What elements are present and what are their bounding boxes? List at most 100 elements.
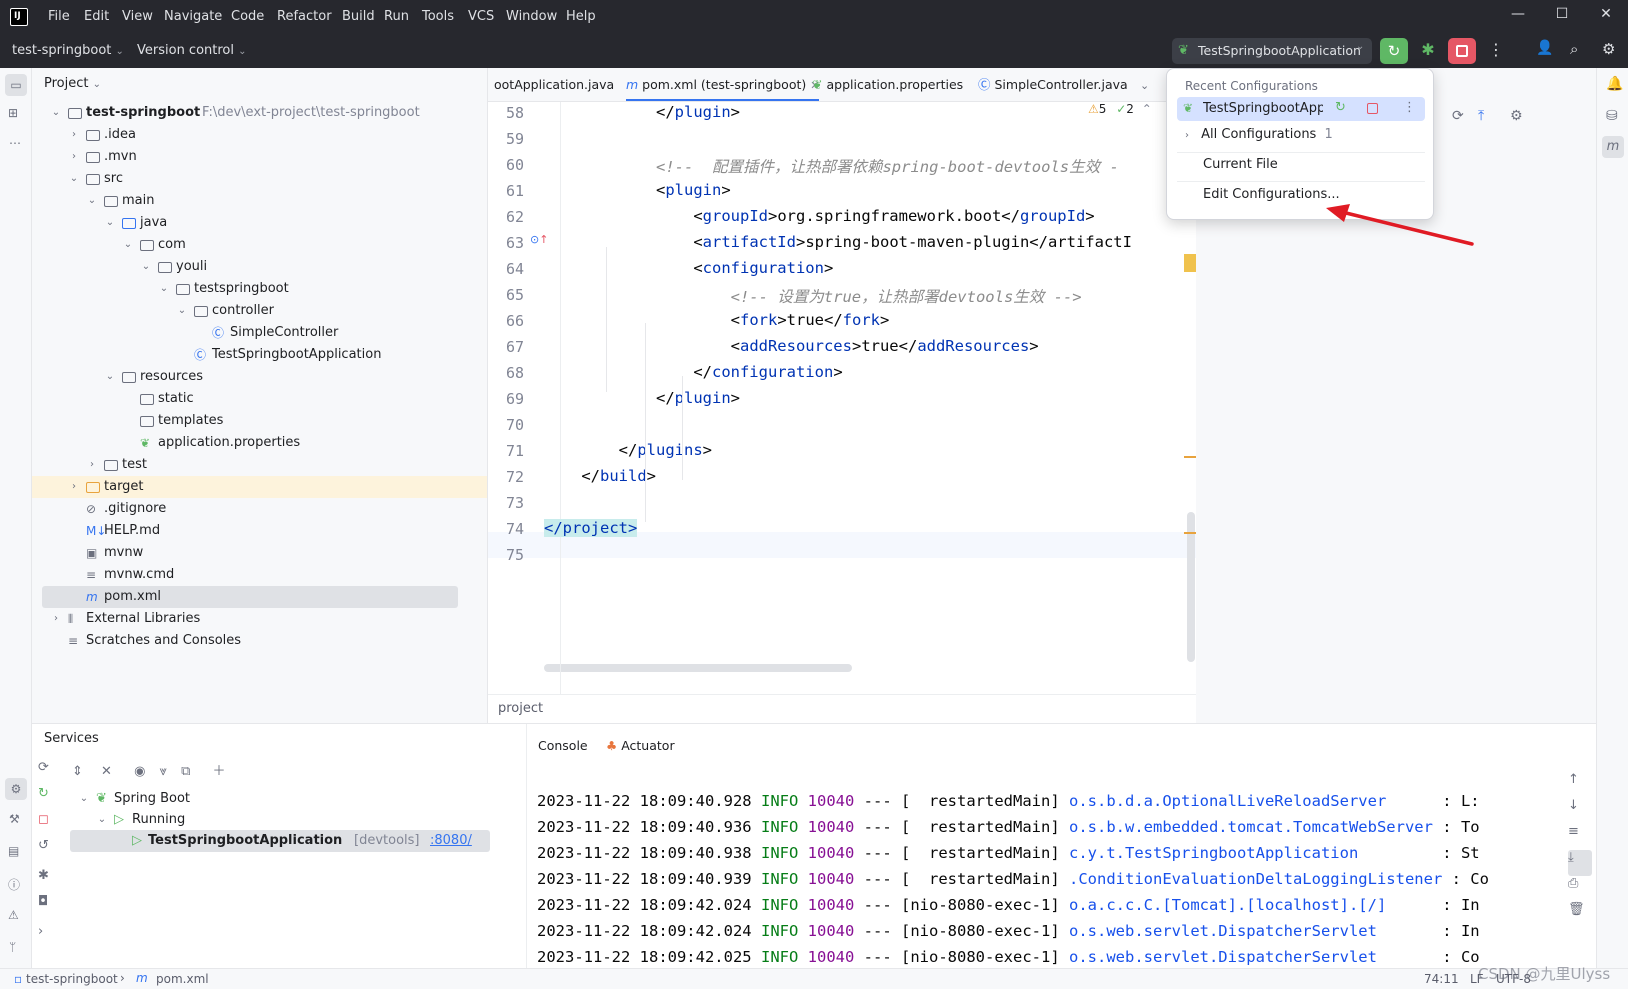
chevron-right-icon[interactable]: ›	[68, 146, 80, 168]
collapse-all-icon[interactable]: ✕	[101, 764, 112, 779]
arrow-up-icon[interactable]: ↑	[1568, 772, 1592, 798]
tree-item[interactable]: ≡ Scratches and Consoles	[32, 630, 487, 652]
tree-item[interactable]: › .mvn	[32, 146, 487, 168]
search-icon[interactable]: ⌕	[1570, 40, 1578, 58]
console-tab[interactable]: Console	[538, 738, 588, 753]
stop-icon[interactable]	[1367, 103, 1378, 114]
more-actions-icon[interactable]: ⋮	[1488, 40, 1504, 59]
chevron-down-icon[interactable]: ⌄	[50, 102, 62, 124]
service-app-row[interactable]: ▷ TestSpringbootApplication [devtools]:808…	[70, 830, 490, 852]
tree-item[interactable]: ⌄ java	[32, 212, 487, 234]
structure-tool-icon[interactable]: ⊞	[8, 106, 18, 120]
project-tool-icon[interactable]: ▭	[5, 74, 27, 96]
settings-icon[interactable]: ⚙	[1602, 40, 1615, 58]
menu-edit[interactable]: Edit	[84, 9, 109, 24]
menu-view[interactable]: View	[122, 9, 153, 24]
tree-item[interactable]: m pom.xml	[42, 586, 458, 608]
maven-icon[interactable]: m	[1602, 136, 1624, 158]
expand-all-icon[interactable]: ⇕	[72, 764, 83, 779]
chevron-down-icon[interactable]: ⌄	[86, 190, 98, 212]
editor-vertical-scrollbar[interactable]	[1187, 512, 1195, 662]
service-spring-boot[interactable]: ⌄ ❦ Spring Boot	[72, 788, 492, 810]
tree-item[interactable]: ❦ application.properties	[32, 432, 487, 454]
git-tool-icon[interactable]: ᛘ	[9, 940, 16, 954]
tree-item[interactable]: static	[32, 388, 487, 410]
add-service-icon[interactable]: ＋	[213, 764, 226, 779]
chevron-down-icon[interactable]: ⌄	[122, 234, 134, 256]
notifications-icon[interactable]: 🔔	[1606, 76, 1623, 92]
new-tab-icon[interactable]: ⧉	[181, 764, 190, 779]
menu-refactor[interactable]: Refactor	[277, 9, 332, 24]
menu-code[interactable]: Code	[231, 9, 264, 24]
database-icon[interactable]: ⛁	[1606, 108, 1618, 124]
tab-simplecontroller-java[interactable]: Ⓒ SimpleController.java	[978, 68, 1128, 102]
code-editor[interactable]: ⚠5 ✓2 ⌃ ⊙↑ 58 </plugin> 59 60 <!-- 配置插件，让热…	[488, 102, 1196, 694]
inspection-widget[interactable]: ⚠5 ✓2 ⌃	[1088, 102, 1152, 116]
tree-item[interactable]: ≡ mvnw.cmd	[32, 564, 487, 586]
soft-wrap-icon[interactable]: ≡	[1568, 824, 1592, 850]
services-tool-icon[interactable]: ⚙	[5, 778, 27, 800]
tree-item[interactable]: ⌄ src	[32, 168, 487, 190]
current-file-item[interactable]: Current File	[1203, 157, 1278, 172]
chevron-right-icon[interactable]: ›	[68, 124, 80, 146]
tree-item[interactable]: ⌄ controller	[32, 300, 487, 322]
chevron-right-icon[interactable]: ›	[38, 924, 58, 950]
menu-run[interactable]: Run	[384, 9, 409, 24]
tree-item[interactable]: ▣ mvnw	[32, 542, 487, 564]
maven-settings-icon[interactable]: ⚙	[1510, 108, 1523, 124]
refresh-maven-icon[interactable]: ⟳	[1452, 108, 1464, 124]
menu-vcs[interactable]: VCS	[468, 9, 494, 24]
tree-item[interactable]: ⌄ main	[32, 190, 487, 212]
more-actions-icon[interactable]: ⋮	[1403, 100, 1416, 115]
chevron-right-icon[interactable]: ›	[86, 454, 98, 476]
chevron-right-icon[interactable]: ›	[68, 476, 80, 498]
tab-application-java[interactable]: ootApplication.java	[494, 68, 614, 102]
tree-item[interactable]: templates	[32, 410, 487, 432]
project-selector[interactable]: test-springboot ⌄	[12, 43, 124, 58]
view-options-icon[interactable]: ◉	[134, 764, 145, 779]
scroll-to-end-icon[interactable]: ⤓	[1568, 850, 1592, 876]
arrow-down-icon[interactable]: ↓	[1568, 798, 1592, 824]
tab-pom-xml[interactable]: m pom.xml (test-springboot) ✕	[626, 68, 820, 101]
tree-item[interactable]: › .idea	[32, 124, 487, 146]
stop-button[interactable]	[1448, 38, 1476, 64]
chevron-down-icon[interactable]: ⌄	[140, 256, 152, 278]
menu-window[interactable]: Window	[506, 9, 557, 24]
service-running[interactable]: ⌄ ▷ Running	[72, 809, 492, 831]
status-project[interactable]: test-springboot	[26, 972, 118, 986]
problems-tool-icon[interactable]: ⓘ	[8, 876, 20, 893]
chevron-down-icon[interactable]: ⌄	[158, 278, 170, 300]
tree-item[interactable]: ⌄ resources	[32, 366, 487, 388]
editor-horizontal-scrollbar[interactable]	[544, 664, 852, 672]
chevron-right-icon[interactable]: ›	[50, 608, 62, 630]
refresh-icon[interactable]: ⟳	[38, 760, 58, 786]
menu-help[interactable]: Help	[566, 9, 596, 24]
status-file[interactable]: pom.xml	[156, 972, 209, 986]
rerun-icon[interactable]: ↻	[38, 786, 58, 812]
warning-tool-icon[interactable]: ⚠	[8, 908, 19, 922]
port-link[interactable]: :8080/	[430, 830, 472, 852]
actuator-tab[interactable]: ♣ Actuator	[606, 738, 675, 753]
debug-icon[interactable]: ✱	[1416, 40, 1440, 62]
camera-icon[interactable]: ◘	[38, 894, 58, 924]
run-config-selector[interactable]: ❦ TestSpringbootApplication ⌄	[1172, 38, 1372, 64]
close-window-button[interactable]: ✕	[1594, 6, 1618, 26]
chevron-down-icon[interactable]: ⌄	[68, 168, 80, 190]
tree-item[interactable]: ⌄ testspringboot	[32, 278, 487, 300]
rerun-button[interactable]: ↻	[1380, 38, 1408, 64]
debug-icon[interactable]: ✱	[38, 868, 58, 894]
more-tools-icon[interactable]: ⋯	[9, 136, 21, 150]
chevron-down-icon[interactable]: ⌄	[176, 300, 188, 322]
tree-item[interactable]: › target	[32, 476, 487, 498]
vcs-selector[interactable]: Version control ⌄	[137, 43, 247, 58]
tree-item[interactable]: Ⓒ TestSpringbootApplication	[32, 344, 487, 366]
tree-item[interactable]: ⌄ test-springboot F:\dev\ext-project\test-…	[32, 102, 487, 124]
build-tool-icon[interactable]: ⚒	[9, 812, 20, 826]
minimize-button[interactable]: —	[1506, 6, 1530, 26]
tree-item[interactable]: ⊘ .gitignore	[32, 498, 487, 520]
maximize-button[interactable]: ☐	[1550, 6, 1574, 26]
tree-item[interactable]: M↓ HELP.md	[32, 520, 487, 542]
restart-icon[interactable]: ↺	[38, 838, 58, 868]
tree-item[interactable]: › test	[32, 454, 487, 476]
download-sources-icon[interactable]: ⤒	[1478, 108, 1484, 124]
